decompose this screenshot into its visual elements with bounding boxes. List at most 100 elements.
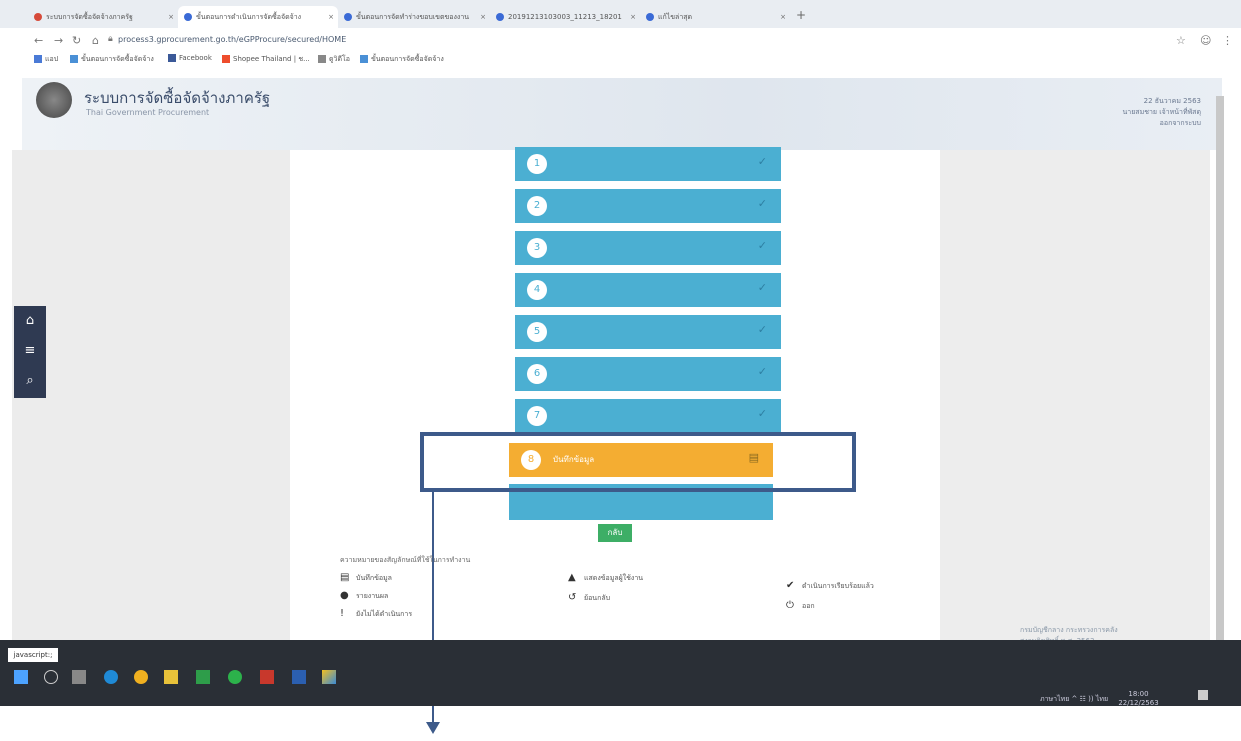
step-4[interactable]: 4 ✓ — [515, 273, 781, 307]
bookmark-icon — [360, 55, 368, 63]
browser-tab[interactable]: ระบบการจัดซื้อจัดจ้างภาครัฐ × — [28, 6, 178, 28]
edge-icon[interactable] — [104, 670, 118, 684]
profile-icon[interactable]: ☺ — [1200, 34, 1211, 47]
file-explorer-icon[interactable] — [164, 670, 178, 684]
bookmark-shopee[interactable]: Shopee Thailand | ช... — [222, 54, 310, 65]
close-tab-icon[interactable]: × — [480, 6, 486, 28]
system-tray[interactable]: ภาษาไทย ^ ☷ )) ไทย 18:00 22/12/2563 — [1040, 690, 1159, 708]
undo-icon: ↺ — [568, 592, 577, 603]
lock-icon: 🔒︎ — [108, 34, 113, 44]
browser-tab[interactable]: ขั้นตอนการจัดทำร่างขอบเขตของงาน × — [338, 6, 490, 28]
notification-icon[interactable] — [1198, 690, 1208, 700]
power-icon: ⏻ — [786, 600, 794, 611]
favicon-icon — [184, 13, 192, 21]
annotation-arrow-head — [426, 722, 440, 734]
exclamation-icon: ! — [340, 608, 345, 619]
bookmark-facebook[interactable]: Facebook — [168, 54, 212, 62]
close-tab-icon[interactable]: × — [780, 6, 786, 28]
legend-item: ! ยังไม่ได้ดำเนินการ — [340, 608, 413, 619]
new-tab-button[interactable]: + — [796, 8, 806, 22]
check-icon: ✓ — [757, 155, 767, 168]
browser-tab[interactable]: แก้ไขล่าสุด × — [640, 6, 790, 28]
home-browser-icon[interactable]: ⌂ — [92, 34, 99, 47]
check-icon: ✓ — [757, 281, 767, 294]
check-icon: ✓ — [757, 365, 767, 378]
bookmark-item[interactable]: ดูวิดีโอ — [318, 54, 350, 65]
reload-icon[interactable]: ↻ — [72, 34, 81, 47]
star-icon[interactable]: ☆ — [1176, 34, 1186, 47]
status-url: javascript:; — [8, 648, 58, 662]
back-button[interactable]: กลับ — [598, 524, 632, 542]
scrollbar[interactable] — [1216, 96, 1224, 656]
legend-title: ความหมายของสัญลักษณ์ที่ใช้ในการทำงาน — [340, 556, 471, 564]
favicon-icon — [496, 13, 504, 21]
line-icon[interactable] — [228, 670, 242, 684]
step-number: 5 — [527, 322, 547, 342]
menu-icon[interactable]: ≡ — [14, 336, 46, 366]
favicon-icon — [34, 13, 42, 21]
bookmark-icon — [318, 55, 326, 63]
forward-icon[interactable]: → — [54, 34, 63, 47]
bookmark-icon — [70, 55, 78, 63]
close-tab-icon[interactable]: × — [630, 6, 636, 28]
bookmark-apps[interactable]: แอป — [34, 54, 58, 65]
step-number: 6 — [527, 364, 547, 384]
site-subtitle: Thai Government Procurement — [86, 108, 210, 117]
powerpoint-icon[interactable] — [260, 670, 274, 684]
step-number: 1 — [527, 154, 547, 174]
step-number: 4 — [527, 280, 547, 300]
clock-date: 22/12/2563 — [1118, 699, 1159, 707]
bookmark-item[interactable]: ขั้นตอนการจัดซื้อจัดจ้าง — [360, 54, 444, 65]
close-tab-icon[interactable]: × — [328, 6, 334, 28]
back-icon[interactable]: ← — [34, 34, 43, 47]
close-tab-icon[interactable]: × — [168, 6, 174, 28]
checkmark-icon: ✔ — [786, 580, 795, 591]
search-taskbar-icon[interactable] — [44, 670, 58, 684]
background-panel-left — [12, 150, 290, 640]
facebook-icon — [168, 54, 176, 62]
legend-item: ✔ ดำเนินการเรียบร้อยแล้ว — [786, 580, 874, 591]
header-user-info: 22 ธันวาคม 2563 นายสมชาย เจ้าหน้าที่พัสด… — [1122, 96, 1201, 129]
legend-item: ⏻ ออก — [786, 600, 815, 611]
shopee-icon — [222, 55, 230, 63]
background-panel-right — [940, 150, 1210, 640]
step-number: 7 — [527, 406, 547, 426]
step-5[interactable]: 5 ✓ — [515, 315, 781, 349]
legend-item: ● รายงานผล — [340, 590, 389, 601]
check-icon: ✓ — [757, 407, 767, 420]
step-number: 2 — [527, 196, 547, 216]
legend-item: ▲ แสดงข้อมูลผู้ใช้งาน — [568, 572, 644, 583]
browser-tab[interactable]: ขั้นตอนการดำเนินการจัดซื้อจัดจ้าง × — [178, 6, 338, 28]
logout-link[interactable]: ออกจากระบบ — [1122, 118, 1201, 129]
header-date: 22 ธันวาคม 2563 — [1143, 97, 1201, 105]
bookmark-item[interactable]: ขั้นตอนการจัดซื้อจัดจ้าง — [70, 54, 154, 65]
step-1[interactable]: 1 ✓ — [515, 147, 781, 181]
step-7[interactable]: 7 ✓ — [515, 399, 781, 433]
search-icon[interactable]: ⌕ — [14, 366, 46, 396]
photos-icon[interactable] — [322, 670, 336, 684]
more-menu-icon[interactable]: ⋮ — [1222, 34, 1233, 47]
word-icon[interactable] — [292, 670, 306, 684]
browser-tab[interactable]: 20191213103003_11213_18201 × — [490, 6, 640, 28]
step-2[interactable]: 2 ✓ — [515, 189, 781, 223]
excel-icon[interactable] — [196, 670, 210, 684]
main-content — [290, 150, 940, 640]
highlight-box — [420, 432, 856, 492]
favicon-icon — [344, 13, 352, 21]
legend-item: ↺ ย้อนกลับ — [568, 592, 611, 603]
step-6[interactable]: 6 ✓ — [515, 357, 781, 391]
chrome-icon[interactable] — [134, 670, 148, 684]
apps-icon — [34, 55, 42, 63]
url-input[interactable]: process3.gprocurement.go.th/eGPProcure/s… — [118, 35, 346, 44]
site-title: ระบบการจัดซื้อจัดจ้างภาครัฐ — [84, 89, 271, 107]
step-number: 3 — [527, 238, 547, 258]
report-icon: ● — [340, 590, 349, 601]
home-icon[interactable]: ⌂ — [14, 306, 46, 336]
step-3[interactable]: 3 ✓ — [515, 231, 781, 265]
floating-sidebar: ⌂ ≡ ⌕ — [14, 306, 46, 398]
task-view-icon[interactable] — [72, 670, 86, 684]
check-icon: ✓ — [757, 239, 767, 252]
clock-time: 18:00 — [1128, 690, 1149, 698]
windows-start-icon[interactable] — [14, 670, 28, 684]
garuda-logo — [36, 82, 72, 118]
